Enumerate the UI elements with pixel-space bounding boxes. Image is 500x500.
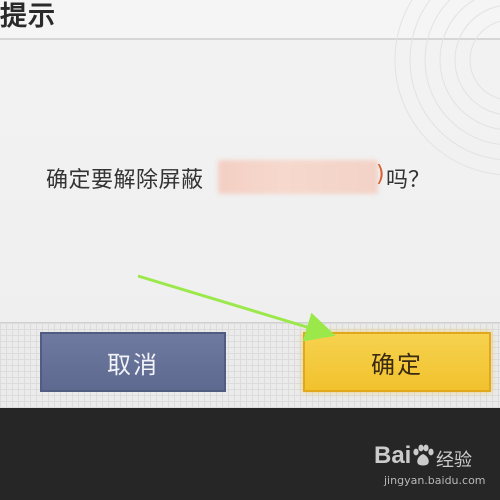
decorative-arcs bbox=[394, 0, 500, 176]
dialog-title: 提示 bbox=[0, 1, 56, 32]
confirm-button[interactable]: 确定 bbox=[303, 332, 491, 392]
message-paren-close: ) bbox=[376, 162, 385, 187]
screen: 提示 确定要解除屏蔽 ) 吗？ 取消 确定 Bai 经验 jingyan.bai… bbox=[0, 0, 500, 500]
message-suffix: 吗？ bbox=[386, 168, 431, 193]
redacted-username bbox=[218, 160, 378, 194]
watermark-url: jingyan.baidu.com bbox=[384, 474, 486, 487]
dialog-message: 确定要解除屏蔽 ) 吗？ bbox=[0, 160, 500, 196]
message-prefix: 确定要解除屏蔽 bbox=[46, 168, 204, 193]
baidu-logo: Bai bbox=[374, 442, 412, 469]
paw-icon bbox=[413, 444, 434, 466]
jingyan-label: 经验 bbox=[436, 450, 472, 471]
cancel-button[interactable]: 取消 bbox=[40, 332, 226, 392]
baidu-jingyan-watermark: Bai 经验 jingyan.baidu.com bbox=[350, 442, 490, 492]
